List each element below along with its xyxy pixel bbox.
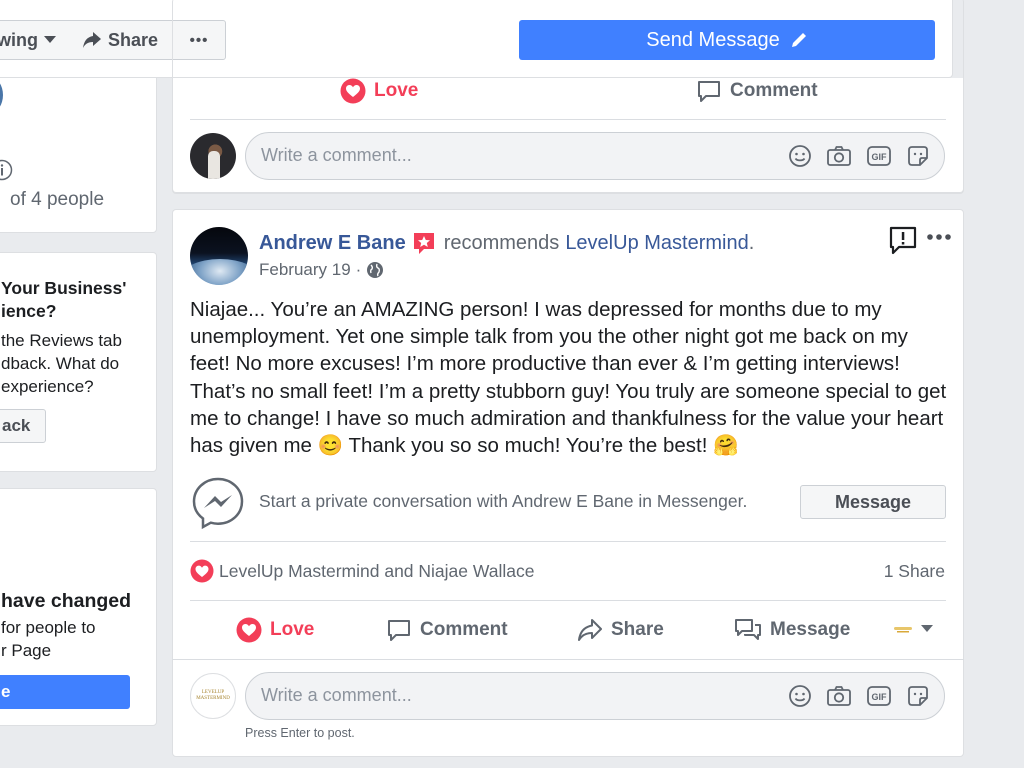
following-button[interactable]: wing [0, 20, 69, 60]
share-page-label: Share [108, 29, 159, 50]
comment-bubble-icon [386, 617, 412, 643]
camera-icon[interactable] [826, 684, 852, 708]
page-update-body-line-2: r Page [1, 641, 52, 660]
reviews-title-line-2: ience? [1, 301, 57, 321]
chat-bubbles-icon [734, 617, 762, 643]
post-body-text: Niajae... You’re an AMAZING person! I wa… [190, 298, 947, 458]
svg-text:GIF: GIF [872, 152, 888, 162]
info-icon[interactable] [0, 159, 13, 181]
share-label: Share [611, 619, 664, 640]
give-feedback-label: ack [2, 416, 31, 435]
emoji-icon[interactable] [788, 684, 812, 708]
prev-comment-button[interactable]: Comment [696, 78, 818, 104]
comment-button[interactable]: Comment [386, 617, 508, 643]
love-reaction-icon[interactable] [190, 559, 214, 583]
reviews-title-line-1: Your Business' [1, 278, 127, 298]
share-count-text[interactable]: 1 Share [884, 561, 945, 582]
prev-footer-divider [190, 119, 946, 120]
camera-icon[interactable] [826, 144, 852, 168]
post-date-link[interactable]: February 19 [259, 260, 351, 280]
message-author-button[interactable]: Message [800, 485, 946, 519]
page-update-card: have changed for people to r Page e [0, 488, 157, 726]
reviews-prompt-card: Your Business' ience? the Reviews tab db… [0, 252, 157, 472]
sticker-icon[interactable] [906, 144, 930, 168]
reviews-body-line-3: experience? [1, 377, 94, 396]
commenter-avatar-text: LEVELUP MASTERMIND [196, 690, 230, 701]
prev-love-button[interactable]: Love [340, 78, 418, 104]
caret-down-icon [44, 36, 56, 44]
post-header-line: Andrew E Bane recommends LevelUp Masterm… [259, 231, 754, 255]
prev-comment-label: Comment [730, 80, 818, 101]
post-meta-line: February 19 · [259, 260, 384, 280]
messenger-icon [191, 476, 245, 530]
love-heart-icon [236, 617, 262, 643]
page-logo-icon [893, 622, 913, 636]
author-avatar[interactable] [190, 227, 248, 285]
post-as-selector[interactable] [893, 622, 933, 636]
share-button[interactable]: Share [577, 617, 664, 643]
message-button[interactable]: Message [734, 617, 850, 643]
reactions-top-divider [190, 541, 946, 542]
reactions-summary-text[interactable]: LevelUp Mastermind and Niajae Wallace [219, 561, 534, 582]
page-update-button-label: e [1, 682, 11, 701]
gif-icon[interactable]: GIF [866, 684, 892, 708]
page-update-title: have changed [1, 590, 132, 612]
press-enter-hint: Press Enter to post. [245, 726, 355, 740]
page-update-button[interactable]: e [0, 675, 130, 709]
love-heart-icon [340, 78, 366, 104]
actions-top-divider [190, 600, 946, 601]
page-update-body-line-1: for people to [1, 618, 96, 637]
reviews-body-line-1: the Reviews tab [1, 331, 122, 350]
comment-label: Comment [420, 619, 508, 640]
author-name-link[interactable]: Andrew E Bane [259, 232, 406, 255]
message-label: Message [770, 619, 851, 640]
report-icon[interactable] [888, 225, 918, 255]
message-author-label: Message [834, 491, 912, 512]
recommendation-star-icon [412, 231, 436, 255]
prev-comment-box[interactable]: GIF [245, 132, 945, 180]
header-period: . [748, 231, 755, 254]
following-label: wing [0, 29, 38, 50]
messenger-prompt-text: Start a private conversation with Andrew… [259, 491, 748, 511]
date-separator: · [355, 260, 362, 279]
gif-icon[interactable]: GIF [866, 144, 892, 168]
commenter-avatar: LEVELUP MASTERMIND [190, 673, 236, 719]
share-page-button[interactable]: Share [68, 20, 173, 60]
share-arrow-icon [577, 617, 603, 643]
post-options-icon[interactable] [926, 232, 952, 242]
prev-comment-input[interactable] [261, 145, 761, 166]
page-avatar-fragment [0, 77, 3, 113]
share-arrow-icon [82, 31, 102, 49]
prev-love-label: Love [374, 80, 419, 101]
svg-text:GIF: GIF [872, 692, 888, 702]
give-feedback-button[interactable]: ack [0, 409, 46, 443]
comment-bubble-icon [696, 78, 722, 104]
emoji-icon[interactable] [788, 144, 812, 168]
follower-count-text: of 4 people [10, 189, 105, 210]
comment-input[interactable] [261, 685, 761, 706]
caret-down-icon [921, 625, 933, 633]
reviews-body-line-2: dback. What do [1, 354, 120, 373]
love-label: Love [270, 619, 315, 640]
globe-icon [366, 261, 384, 279]
prev-commenter-avatar [190, 133, 236, 179]
recommends-text: recommends [443, 231, 560, 254]
sticker-icon[interactable] [906, 684, 930, 708]
love-button[interactable]: Love [236, 617, 314, 643]
page-name-link[interactable]: LevelUp Mastermind [565, 232, 748, 255]
comment-box[interactable]: GIF [245, 672, 945, 720]
comments-top-divider [172, 659, 964, 660]
